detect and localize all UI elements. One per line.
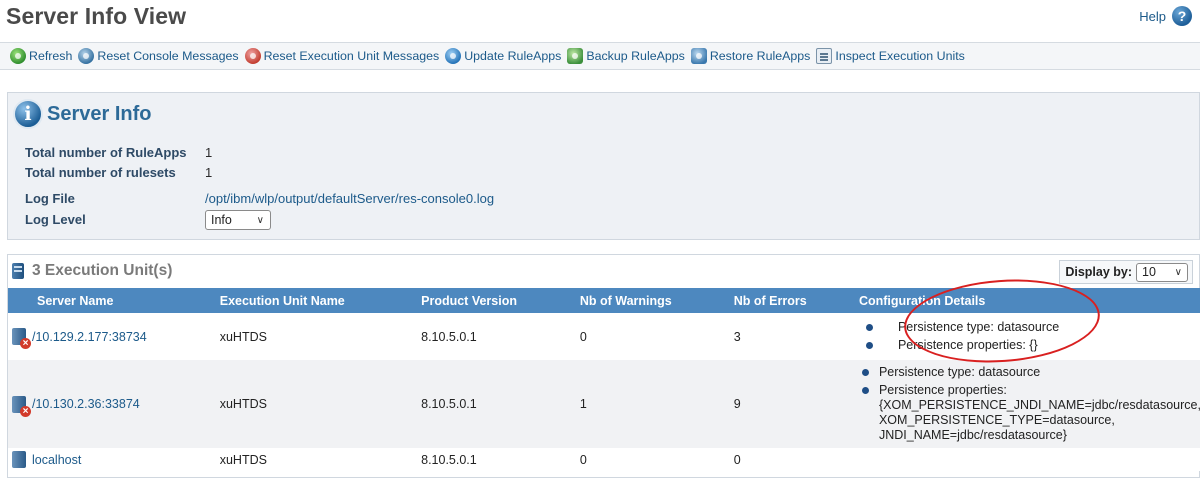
config-details: Persistence type: datasource Persistence…	[851, 313, 1200, 360]
refresh-label: Refresh	[29, 49, 73, 63]
chevron-down-icon: ∨	[1174, 266, 1182, 278]
info-value: 1	[205, 165, 213, 180]
toolbar: Refresh Reset Console Messages Reset Exe…	[0, 42, 1200, 70]
server-link[interactable]: localhost	[32, 453, 81, 467]
table-row: /10.129.2.177:38734 xuHTDS 8.10.5.0.1 0 …	[8, 313, 1200, 360]
execution-units-table: Server Name Execution Unit Name Product …	[8, 288, 1200, 471]
server-link[interactable]: /10.129.2.177:38734	[32, 330, 147, 344]
table-header-row: Server Name Execution Unit Name Product …	[8, 288, 1200, 313]
server-error-icon	[12, 328, 31, 349]
server-link[interactable]: /10.130.2.36:33874	[32, 397, 140, 411]
errors-count: 0	[726, 448, 852, 471]
update-label: Update RuleApps	[464, 49, 562, 63]
unit-name: xuHTDS	[212, 448, 415, 471]
backup-icon	[567, 48, 584, 64]
execution-units-title: 3 Execution Unit(s)	[32, 262, 173, 279]
server-icon	[12, 263, 24, 279]
refresh-icon	[10, 48, 26, 64]
reset-execution-icon	[244, 48, 261, 64]
restore-ruleapps-button[interactable]: Restore RuleApps	[690, 48, 811, 64]
config-item: Persistence type: datasource	[852, 365, 1200, 380]
server-info-header: i Server Info	[13, 99, 151, 129]
update-icon	[445, 48, 462, 64]
display-by-select[interactable]: 10 ∨	[1136, 262, 1188, 282]
table-row: localhost xuHTDS 8.10.5.0.1 0 0	[8, 448, 1200, 471]
execution-units-header: 3 Execution Unit(s) Display by: 10 ∨	[8, 255, 1199, 288]
inspect-icon	[816, 48, 833, 64]
question-icon[interactable]: ?	[1172, 6, 1192, 26]
info-label: Total number of rulesets	[25, 165, 176, 180]
server-info-title: Server Info	[47, 102, 152, 125]
server-info-panel: i Server Info Total number of RuleApps 1…	[7, 92, 1200, 240]
product-version: 8.10.5.0.1	[414, 448, 573, 471]
config-details	[851, 448, 1200, 471]
log-level-select[interactable]: Info ∨	[205, 210, 271, 230]
info-row-ruleapps: Total number of RuleApps 1	[25, 145, 212, 160]
warnings-count: 0	[572, 448, 727, 471]
column-header: Configuration Details	[851, 288, 1200, 313]
server-cell: localhost	[8, 451, 213, 468]
log-file-link[interactable]: /opt/ibm/wlp/output/defaultServer/res-co…	[205, 191, 494, 206]
inspect-execution-units-button[interactable]: Inspect Execution Units	[816, 48, 965, 64]
info-icon: i	[13, 99, 43, 129]
info-row-rulesets: Total number of rulesets 1	[25, 165, 212, 180]
info-label: Total number of RuleApps	[25, 145, 187, 160]
restore-label: Restore RuleApps	[709, 49, 811, 63]
column-header[interactable]: Server Name	[8, 288, 213, 313]
column-header[interactable]: Product Version	[414, 288, 573, 313]
reset-execution-label: Reset Execution Unit Messages	[263, 49, 440, 63]
server-cell: /10.130.2.36:33874	[8, 395, 213, 417]
server-cell: /10.129.2.177:38734	[8, 328, 213, 349]
server-icon	[12, 451, 26, 468]
info-row-log-level: Log Level Info ∨	[25, 210, 271, 230]
column-header[interactable]: Nb of Errors	[726, 288, 852, 313]
page-title: Server Info View	[6, 3, 187, 29]
refresh-button[interactable]: Refresh	[10, 48, 72, 64]
product-version: 8.10.5.0.1	[414, 360, 573, 448]
warnings-count: 0	[572, 313, 727, 360]
column-header[interactable]: Nb of Warnings	[572, 288, 727, 313]
server-error-icon	[12, 395, 31, 417]
errors-count: 9	[726, 360, 852, 448]
unit-name: xuHTDS	[212, 313, 415, 360]
errors-count: 3	[726, 313, 852, 360]
config-list: Persistence type: datasource Persistence…	[852, 320, 1200, 353]
reset-execution-unit-messages-button[interactable]: Reset Execution Unit Messages	[244, 48, 440, 64]
config-details: Persistence type: datasource Persistence…	[851, 360, 1200, 448]
display-by-value: 10	[1142, 265, 1156, 279]
inspect-label: Inspect Execution Units	[835, 49, 965, 63]
config-item: Persistence type: datasource	[852, 320, 1200, 335]
display-by-control: Display by: 10 ∨	[1059, 260, 1193, 284]
column-header[interactable]: Execution Unit Name	[212, 288, 415, 313]
unit-name: xuHTDS	[212, 360, 415, 448]
backup-label: Backup RuleApps	[586, 49, 685, 63]
config-item: Persistence properties: {}	[852, 338, 1200, 353]
warnings-count: 1	[572, 360, 727, 448]
display-by-label: Display by:	[1065, 265, 1132, 279]
info-value: 1	[205, 145, 213, 160]
config-item: Persistence properties: {XOM_PERSISTENCE…	[852, 383, 1200, 443]
update-ruleapps-button[interactable]: Update RuleApps	[445, 48, 561, 64]
info-label: Log File	[25, 191, 75, 206]
reset-console-icon	[78, 48, 95, 64]
backup-ruleapps-button[interactable]: Backup RuleApps	[567, 48, 685, 64]
reset-console-messages-button[interactable]: Reset Console Messages	[78, 48, 239, 64]
chevron-down-icon: ∨	[256, 214, 264, 226]
product-version: 8.10.5.0.1	[414, 313, 573, 360]
table-row: /10.130.2.36:33874 xuHTDS 8.10.5.0.1 1 9…	[8, 360, 1200, 448]
info-label: Log Level	[25, 212, 86, 227]
log-level-value: Info	[211, 213, 232, 227]
help-area: Help ?	[1139, 6, 1192, 26]
execution-units-title-area: 3 Execution Unit(s)	[12, 262, 172, 280]
reset-console-label: Reset Console Messages	[97, 49, 239, 63]
info-row-log-file: Log File /opt/ibm/wlp/output/defaultServ…	[25, 191, 494, 206]
help-link[interactable]: Help	[1139, 9, 1166, 24]
restore-icon	[690, 48, 707, 64]
execution-units-panel: 3 Execution Unit(s) Display by: 10 ∨ Ser…	[7, 254, 1200, 478]
config-list: Persistence type: datasource Persistence…	[852, 365, 1200, 443]
